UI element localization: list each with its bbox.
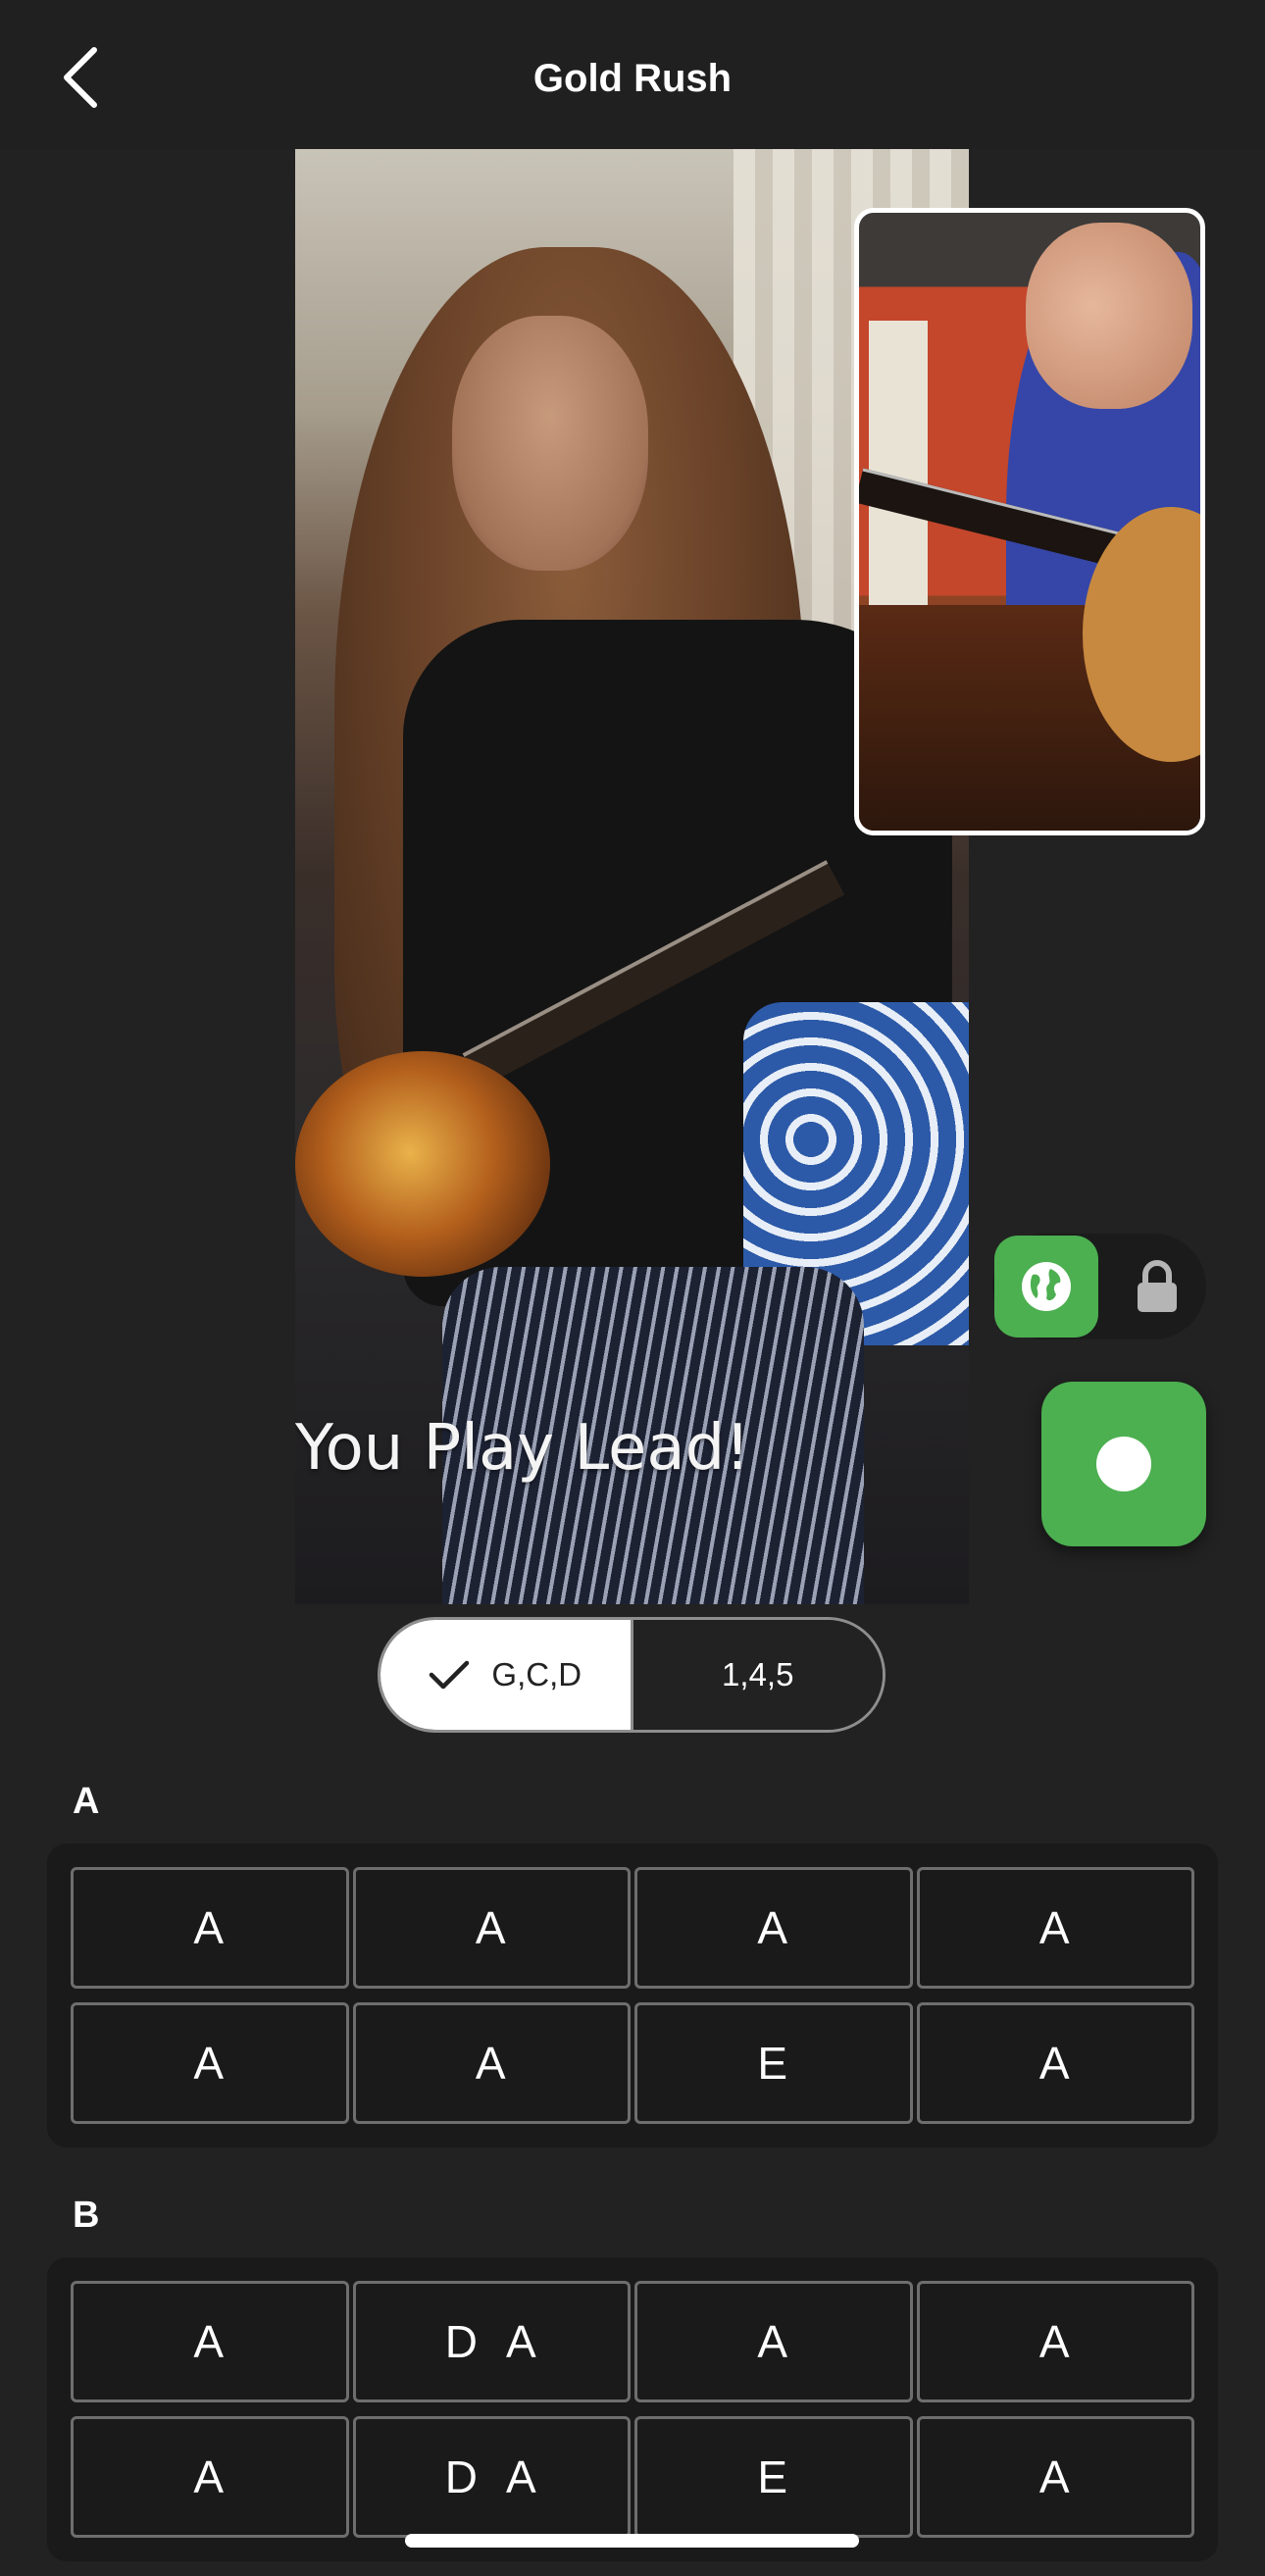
chord-cell[interactable]: D A xyxy=(352,2416,631,2538)
notation-option-letters[interactable]: G,C,D xyxy=(380,1620,633,1730)
section-a-card: A A A A A A E A xyxy=(47,1844,1218,2147)
public-button[interactable] xyxy=(994,1236,1098,1338)
page-title: Gold Rush xyxy=(532,57,733,100)
video-overlay-text: You Play Lead! xyxy=(295,1412,750,1485)
private-button[interactable] xyxy=(1110,1236,1204,1338)
section-b-card: A D A A A A D A E A xyxy=(47,2257,1218,2561)
visibility-toggle xyxy=(992,1234,1206,1339)
chord-cell[interactable]: A xyxy=(634,2281,913,2402)
chord-cell[interactable]: A xyxy=(916,2416,1194,2538)
header: Gold Rush xyxy=(0,0,1265,149)
record-icon xyxy=(1096,1437,1151,1491)
chord-grid-a: A A A A A A E A xyxy=(71,1867,1194,2124)
chord-cell[interactable]: A xyxy=(916,2281,1194,2402)
chord-cell[interactable]: E xyxy=(634,2002,913,2124)
chord-cell[interactable]: D A xyxy=(352,2281,631,2402)
record-button[interactable] xyxy=(1041,1382,1206,1546)
video-mandolin xyxy=(295,1051,550,1277)
section-label-a: A xyxy=(73,1781,100,1822)
chord-cell[interactable]: A xyxy=(634,1867,913,1989)
notation-toggle: G,C,D 1,4,5 xyxy=(378,1617,886,1733)
notation-option-numbers[interactable]: 1,4,5 xyxy=(632,1620,883,1730)
home-indicator[interactable] xyxy=(405,2534,859,2548)
notation-option-label: 1,4,5 xyxy=(722,1656,794,1692)
app-root: Gold Rush You Play Lead! G,C,D 1,4,5 A A… xyxy=(0,0,1265,2576)
chord-cell[interactable]: A xyxy=(71,2416,349,2538)
chord-cell[interactable]: A xyxy=(71,2281,349,2402)
globe-icon xyxy=(1022,1262,1071,1311)
camera-preview[interactable] xyxy=(854,208,1205,835)
checkmark-icon xyxy=(430,1660,470,1690)
chord-cell[interactable]: E xyxy=(634,2416,913,2538)
chord-cell[interactable]: A xyxy=(71,1867,349,1989)
chord-cell[interactable]: A xyxy=(916,2002,1194,2124)
chord-cell[interactable]: A xyxy=(71,2002,349,2124)
chord-cell[interactable]: A xyxy=(352,1867,631,1989)
section-label-b: B xyxy=(73,2195,100,2236)
camera-preview-head xyxy=(1026,223,1192,409)
chord-grid-b: A D A A A A D A E A xyxy=(71,2281,1194,2538)
lock-icon xyxy=(1138,1260,1177,1312)
chord-cell[interactable]: A xyxy=(352,2002,631,2124)
chord-cell[interactable]: A xyxy=(916,1867,1194,1989)
video-performer-face xyxy=(452,316,648,571)
notation-option-label: G,C,D xyxy=(491,1656,582,1692)
